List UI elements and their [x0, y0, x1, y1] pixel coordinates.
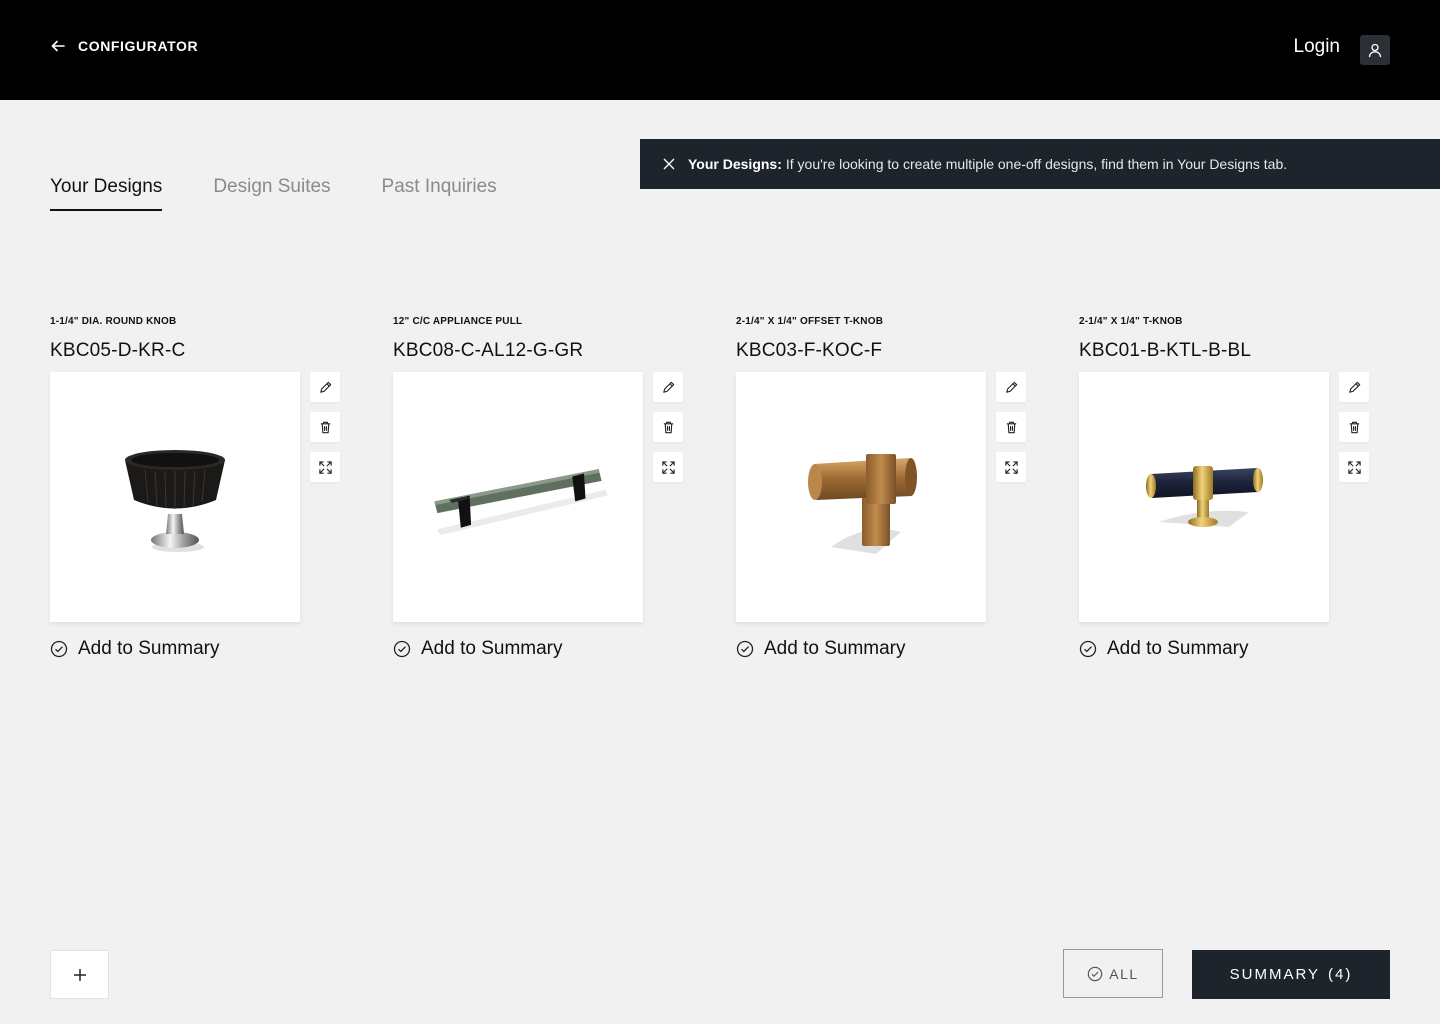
- pencil-icon: [662, 381, 674, 393]
- add-to-summary-button[interactable]: Add to Summary: [393, 638, 563, 660]
- design-tabs: Your Designs Design Suites Past Inquirie…: [50, 176, 497, 211]
- user-account-button[interactable]: [1360, 35, 1390, 65]
- expand-design-button[interactable]: [996, 452, 1026, 482]
- offset-t-knob-image: [808, 454, 917, 554]
- expand-design-button[interactable]: [310, 452, 340, 482]
- back-to-configurator-link[interactable]: CONFIGURATOR: [50, 38, 198, 54]
- design-type: 1-1/4" DIA. ROUND KNOB: [50, 316, 177, 327]
- banner-title: Your Designs:: [688, 156, 782, 172]
- check-circle-icon: [50, 640, 68, 658]
- check-circle-icon: [1079, 640, 1097, 658]
- design-card: 1-1/4" DIA. ROUND KNOB KBC05-D-KR-C Add …: [50, 316, 350, 659]
- delete-design-button[interactable]: [996, 412, 1026, 442]
- tab-design-suites[interactable]: Design Suites: [213, 176, 330, 211]
- user-icon: [1368, 43, 1382, 58]
- design-preview-image[interactable]: [393, 372, 643, 622]
- expand-icon: [318, 460, 332, 474]
- add-design-button[interactable]: [50, 950, 109, 999]
- design-type: 2-1/4" X 1/4" T-KNOB: [1079, 316, 1183, 327]
- arrow-left-icon: [51, 40, 65, 52]
- design-card: 2-1/4" X 1/4" OFFSET T-KNOB KBC03-F-KOC-…: [736, 316, 1036, 659]
- edit-design-button[interactable]: [996, 372, 1026, 402]
- edit-design-button[interactable]: [653, 372, 683, 402]
- design-actions: [653, 372, 683, 482]
- appliance-pull-image: [434, 469, 608, 536]
- pencil-icon: [1005, 381, 1017, 393]
- edit-design-button[interactable]: [1339, 372, 1369, 402]
- trash-icon: [663, 421, 673, 433]
- check-circle-icon: [393, 640, 411, 658]
- round-knob-image: [125, 450, 225, 552]
- select-all-button[interactable]: ALL: [1063, 949, 1163, 998]
- top-bar: CONFIGURATOR Login: [0, 0, 1440, 100]
- banner-close-button[interactable]: [662, 157, 676, 171]
- expand-design-button[interactable]: [1339, 452, 1369, 482]
- trash-icon: [1006, 421, 1016, 433]
- add-to-summary-button[interactable]: Add to Summary: [50, 638, 220, 660]
- tab-past-inquiries[interactable]: Past Inquiries: [382, 176, 497, 211]
- delete-design-button[interactable]: [1339, 412, 1369, 442]
- expand-icon: [1347, 460, 1361, 474]
- expand-icon: [661, 460, 675, 474]
- add-to-summary-button[interactable]: Add to Summary: [1079, 638, 1249, 660]
- add-to-summary-label: Add to Summary: [78, 638, 220, 659]
- check-circle-icon: [736, 640, 754, 658]
- close-icon: [663, 158, 675, 170]
- add-to-summary-label: Add to Summary: [1107, 638, 1249, 659]
- back-label: CONFIGURATOR: [78, 38, 199, 54]
- design-card: 12" C/C APPLIANCE PULL KBC08-C-AL12-G-GR…: [393, 316, 693, 659]
- design-type: 2-1/4" X 1/4" OFFSET T-KNOB: [736, 316, 884, 327]
- design-type: 12" C/C APPLIANCE PULL: [393, 316, 523, 327]
- tab-your-designs[interactable]: Your Designs: [50, 176, 163, 211]
- pencil-icon: [1348, 381, 1360, 393]
- t-knob-image: [1146, 466, 1263, 527]
- design-code: KBC01-B-KTL-B-BL: [1079, 340, 1252, 361]
- expand-icon: [1004, 460, 1018, 474]
- design-card: 2-1/4" X 1/4" T-KNOB KBC01-B-KTL-B-BL Ad…: [1079, 316, 1379, 659]
- check-circle-icon: [1088, 966, 1103, 981]
- delete-design-button[interactable]: [310, 412, 340, 442]
- trash-icon: [320, 421, 330, 433]
- expand-design-button[interactable]: [653, 452, 683, 482]
- edit-design-button[interactable]: [310, 372, 340, 402]
- design-actions: [996, 372, 1026, 482]
- login-link[interactable]: Login: [1294, 36, 1341, 58]
- design-code: KBC05-D-KR-C: [50, 340, 186, 361]
- pencil-icon: [319, 381, 331, 393]
- design-preview-image[interactable]: [50, 372, 300, 622]
- info-banner: Your Designs: If you're looking to creat…: [640, 139, 1440, 189]
- summary-count: (4): [1328, 966, 1353, 983]
- delete-design-button[interactable]: [653, 412, 683, 442]
- add-to-summary-label: Add to Summary: [764, 638, 906, 659]
- summary-button[interactable]: SUMMARY (4): [1192, 950, 1390, 999]
- plus-icon: [73, 968, 86, 981]
- design-preview-image[interactable]: [736, 372, 986, 622]
- trash-icon: [1349, 421, 1359, 433]
- design-code: KBC03-F-KOC-F: [736, 340, 883, 361]
- design-code: KBC08-C-AL12-G-GR: [393, 340, 584, 361]
- design-actions: [310, 372, 340, 482]
- summary-label: SUMMARY: [1229, 966, 1321, 983]
- add-to-summary-button[interactable]: Add to Summary: [736, 638, 906, 660]
- select-all-label: ALL: [1109, 965, 1139, 982]
- banner-message: If you're looking to create multiple one…: [785, 156, 1288, 172]
- add-to-summary-label: Add to Summary: [421, 638, 563, 659]
- design-preview-image[interactable]: [1079, 372, 1329, 622]
- design-actions: [1339, 372, 1369, 482]
